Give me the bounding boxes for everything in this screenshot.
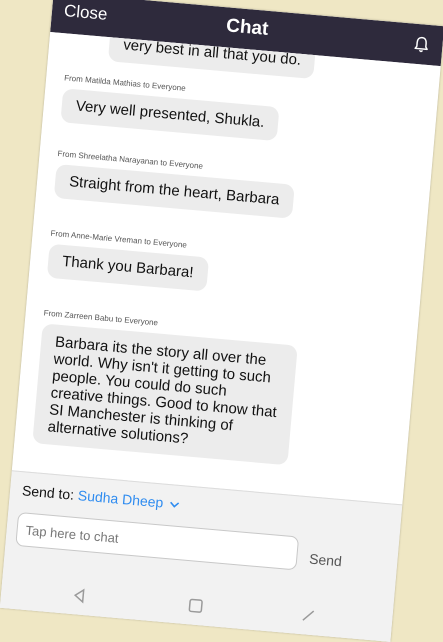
phone-screen: Close Chat very best in all that you do.… (0, 0, 443, 642)
recipient-dropdown[interactable]: Sudha Dheep (77, 487, 180, 512)
back-icon[interactable] (71, 587, 88, 604)
recipient-name: Sudha Dheep (77, 487, 164, 511)
chat-message: From Shreelatha Narayanan to Everyone St… (53, 149, 296, 219)
home-icon[interactable] (187, 597, 204, 614)
chat-message: From Anne-Marie Vreman to Everyone Thank… (46, 229, 210, 292)
message-bubble: Barbara its the story all over the world… (32, 323, 298, 466)
chat-message: From Matilda Mathias to Everyone Very we… (60, 73, 281, 142)
send-to-label: Send to: (21, 482, 75, 503)
navigation-bar (0, 570, 394, 642)
chat-message-list[interactable]: very best in all that you do. From Matil… (11, 31, 441, 505)
chat-message: From Zarreen Babu to Everyone Barbara it… (32, 308, 299, 466)
message-bubble: Thank you Barbara! (46, 243, 209, 292)
bell-icon[interactable] (412, 35, 432, 55)
send-to-row: Send to: Sudha Dheep (21, 482, 179, 512)
chat-input[interactable] (15, 511, 300, 571)
recents-icon[interactable] (300, 607, 317, 624)
chevron-down-icon (169, 501, 179, 508)
send-button[interactable]: Send (309, 551, 343, 570)
